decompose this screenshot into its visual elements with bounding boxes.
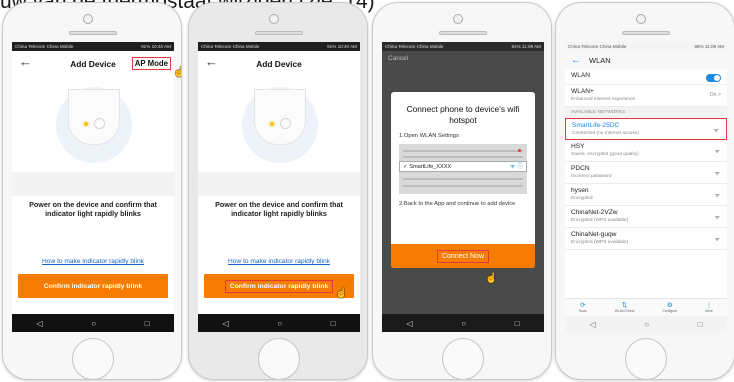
- wlan-settings-example: ✓ SmartLife_XXXX ᯤ ⓘ: [399, 144, 527, 194]
- add-device-screen-1: China Telecom China Mobile 91% 10:40 AM ←…: [12, 42, 174, 332]
- status-bar: China Telecom China Mobile 91% 10:40 AM: [12, 42, 174, 51]
- example-network-row: ✓ SmartLife_XXXX ᯤ ⓘ: [399, 161, 527, 172]
- camera-icon: [636, 14, 646, 24]
- wlan-toggle[interactable]: [706, 74, 721, 82]
- back-arrow-icon[interactable]: ←: [205, 54, 218, 69]
- configure-button[interactable]: ⚙ Configure: [662, 302, 677, 313]
- camera-icon: [453, 14, 463, 24]
- nav-home-icon[interactable]: ○: [277, 319, 282, 328]
- wlan-direct-icon: ⇅: [621, 302, 628, 309]
- wifi-signal-icon: ᯤ: [714, 193, 720, 199]
- wifi-info-icon: ᯤ ⓘ: [509, 164, 523, 170]
- scan-icon: ⟳: [580, 302, 586, 309]
- nav-back-icon[interactable]: ◁: [589, 320, 595, 329]
- cancel-button[interactable]: Cancel: [388, 55, 408, 62]
- speaker-grille: [255, 31, 303, 35]
- nav-recents-icon[interactable]: □: [331, 319, 336, 328]
- connect-now-button[interactable]: Connect Now: [391, 244, 535, 268]
- wifi-signal-icon: ᯤ: [714, 171, 720, 177]
- home-button[interactable]: [258, 338, 300, 379]
- cursor-icon: ☝: [485, 273, 498, 284]
- status-bar: China Telecom China Mobile 91% 10:40 AM: [198, 42, 360, 51]
- android-nav-bar: ◁ ○ □: [12, 314, 174, 332]
- page-title: WLAN: [589, 55, 611, 65]
- device-image: [68, 89, 120, 145]
- network-row[interactable]: ChinaNet-guqw Encrypted (WPS available) ᯤ: [565, 228, 727, 250]
- step-2-text: 2.Back to the App and continue to add de…: [399, 201, 516, 207]
- help-link[interactable]: How to make indicator rapidly blink: [12, 254, 174, 274]
- nav-home-icon[interactable]: ○: [644, 320, 649, 329]
- app-bar: ← Add Device AP Mode: [12, 51, 174, 77]
- back-arrow-icon[interactable]: ←: [19, 54, 32, 69]
- status-bar: China Telecom China Mobile 91% 11:09 AM: [382, 42, 544, 51]
- dialog-title: Connect phone to device's wifi hotspot: [406, 104, 520, 125]
- cursor-icon: ☝: [173, 67, 181, 78]
- nav-back-icon[interactable]: ◁: [406, 319, 412, 328]
- wifi-signal-icon: ᯤ: [714, 215, 720, 221]
- more-button[interactable]: ⋮ More: [705, 302, 713, 313]
- instruction-text: Power on the device and confirm that ind…: [12, 196, 174, 254]
- speaker-grille: [69, 31, 117, 35]
- connect-hotspot-dialog: Connect phone to device's wifi hotspot 1…: [391, 92, 535, 268]
- cursor-icon: ☝: [335, 288, 348, 299]
- nav-home-icon[interactable]: ○: [461, 319, 466, 328]
- phone-frame-4: China Telecom China Mobile 88% 11:09 AM ←…: [555, 2, 734, 380]
- help-link[interactable]: How to make indicator rapidly blink: [198, 254, 360, 274]
- nav-back-icon[interactable]: ◁: [222, 319, 228, 328]
- wifi-signal-icon: ᯤ: [714, 149, 720, 155]
- hotspot-dialog-screen: China Telecom China Mobile 91% 11:09 AM C…: [382, 42, 544, 332]
- nav-recents-icon[interactable]: □: [698, 320, 703, 329]
- section-header: AVAILABLE NETWORKS: [565, 107, 727, 118]
- android-nav-bar: ◁ ○ □: [382, 314, 544, 332]
- device-illustration: [12, 77, 174, 172]
- wlan-toggle-row[interactable]: WLAN: [565, 69, 727, 85]
- nav-home-icon[interactable]: ○: [91, 319, 96, 328]
- ap-mode-button[interactable]: AP Mode: [131, 57, 171, 70]
- android-nav-bar: ◁ ○ □: [198, 314, 360, 332]
- device-illustration: [198, 77, 360, 172]
- indicator-light: [84, 122, 88, 126]
- home-button[interactable]: [72, 338, 114, 379]
- phone-frame-1: China Telecom China Mobile 91% 10:40 AM ←…: [2, 2, 182, 380]
- network-row[interactable]: ChinaNet-2VZw Encrypted (WPS available) ᯤ: [565, 206, 727, 228]
- home-button[interactable]: [442, 338, 484, 379]
- app-bar: ← Add Device: [198, 51, 360, 77]
- network-row-smartlife[interactable]: SmartLife-25DC Connected (no Internet acc…: [565, 118, 727, 140]
- camera-icon: [83, 14, 93, 24]
- page-title: Add Device: [256, 59, 302, 69]
- status-bar: China Telecom China Mobile 88% 11:09 AM: [565, 42, 727, 51]
- nav-back-icon[interactable]: ◁: [36, 319, 42, 328]
- more-icon: ⋮: [705, 302, 713, 309]
- phone-frame-3: China Telecom China Mobile 91% 11:09 AM C…: [372, 2, 552, 380]
- phone-frame-2: China Telecom China Mobile 91% 10:40 AM ←…: [188, 2, 368, 380]
- back-arrow-icon[interactable]: ←: [571, 55, 581, 66]
- network-row[interactable]: HSY Saved, encrypted (good quality) ᯤ: [565, 140, 727, 162]
- nav-recents-icon[interactable]: □: [515, 319, 520, 328]
- nav-recents-icon[interactable]: □: [145, 319, 150, 328]
- wlan-bottom-bar: ⟳ Scan ⇅ WLAN Direct ⚙ Configure ⋮ More: [565, 298, 727, 316]
- wifi-signal-icon: ᯤ: [713, 128, 719, 134]
- speaker-grille: [622, 31, 670, 35]
- camera-icon: [269, 14, 279, 24]
- network-row[interactable]: hysen Encrypted ᯤ: [565, 184, 727, 206]
- scan-button[interactable]: ⟳ Scan: [579, 302, 587, 313]
- wlan-plus-row[interactable]: WLAN+ Enhanced Internet experience On >: [565, 85, 727, 107]
- wlan-direct-button[interactable]: ⇅ WLAN Direct: [615, 302, 635, 313]
- wlan-app-bar: ← WLAN: [565, 51, 727, 69]
- home-button[interactable]: [625, 338, 667, 379]
- confirm-button[interactable]: Confirm indicator rapidly blink: [18, 274, 168, 298]
- step-1-text: 1.Open WLAN Settings: [399, 133, 459, 139]
- speaker-grille: [439, 31, 487, 35]
- instruction-text: Power on the device and confirm that ind…: [198, 196, 360, 254]
- wifi-signal-icon: ᯤ: [714, 237, 720, 243]
- network-row[interactable]: PDCN Incorrect password ᯤ: [565, 162, 727, 184]
- wlan-settings-screen: China Telecom China Mobile 88% 11:09 AM ←…: [565, 42, 727, 332]
- gear-icon: ⚙: [666, 302, 673, 309]
- indicator-light: [270, 122, 274, 126]
- device-image: [254, 89, 306, 145]
- android-nav-bar: ◁ ○ □: [565, 316, 727, 332]
- confirm-button[interactable]: Confirm indicator rapidly blink: [204, 274, 354, 298]
